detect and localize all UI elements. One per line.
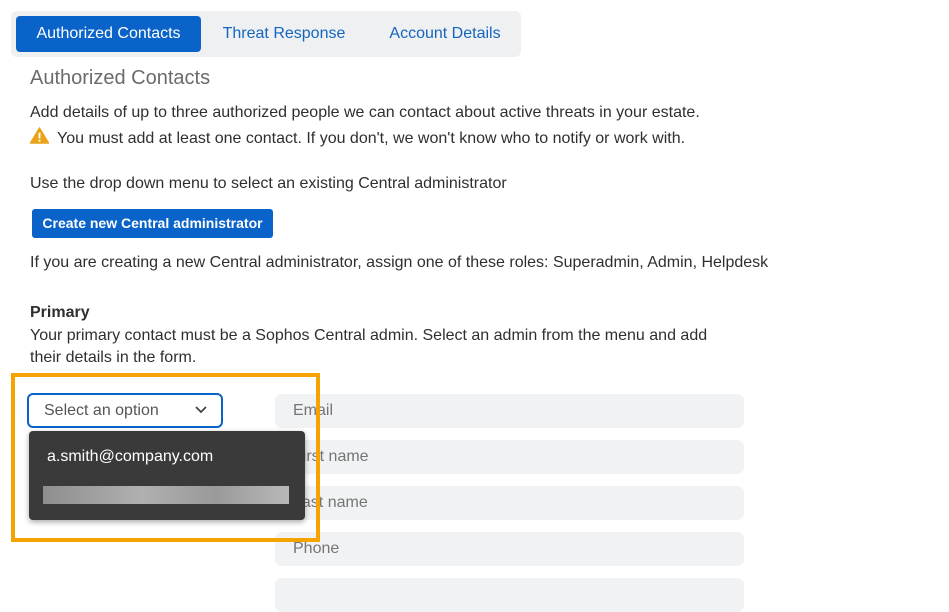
section-title: Authorized Contacts	[30, 67, 211, 89]
email-field[interactable]	[275, 394, 744, 428]
primary-description-line2: their details in the form.	[30, 349, 197, 366]
admin-select[interactable]: Select an option	[27, 393, 223, 428]
phone-field[interactable]	[275, 532, 744, 566]
primary-description-line1: Your primary contact must be a Sophos Ce…	[30, 327, 708, 344]
warning-text: You must add at least one contact. If yo…	[57, 130, 686, 147]
dropdown-option[interactable]: a.smith@company.com	[47, 448, 213, 466]
tab-bar: Authorized Contacts Threat Response Acco…	[11, 11, 521, 57]
chevron-down-icon	[195, 406, 207, 414]
first-name-field[interactable]	[275, 440, 744, 474]
extra-field[interactable]	[275, 578, 744, 612]
warning-icon	[30, 127, 49, 144]
tab-authorized-contacts[interactable]: Authorized Contacts	[16, 16, 201, 52]
create-admin-button[interactable]: Create new Central administrator	[32, 209, 273, 238]
dropdown-option-redacted[interactable]	[43, 486, 289, 504]
intro-text: Add details of up to three authorized pe…	[30, 104, 700, 121]
tab-account-details[interactable]: Account Details	[376, 16, 514, 52]
primary-heading: Primary	[30, 304, 90, 321]
roles-note: If you are creating a new Central admini…	[30, 254, 769, 271]
select-dropdown-menu: a.smith@company.com	[29, 431, 305, 520]
select-placeholder: Select an option	[44, 402, 159, 419]
last-name-field[interactable]	[275, 486, 744, 520]
dropdown-hint: Use the drop down menu to select an exis…	[30, 175, 507, 192]
tab-threat-response[interactable]: Threat Response	[209, 16, 359, 52]
